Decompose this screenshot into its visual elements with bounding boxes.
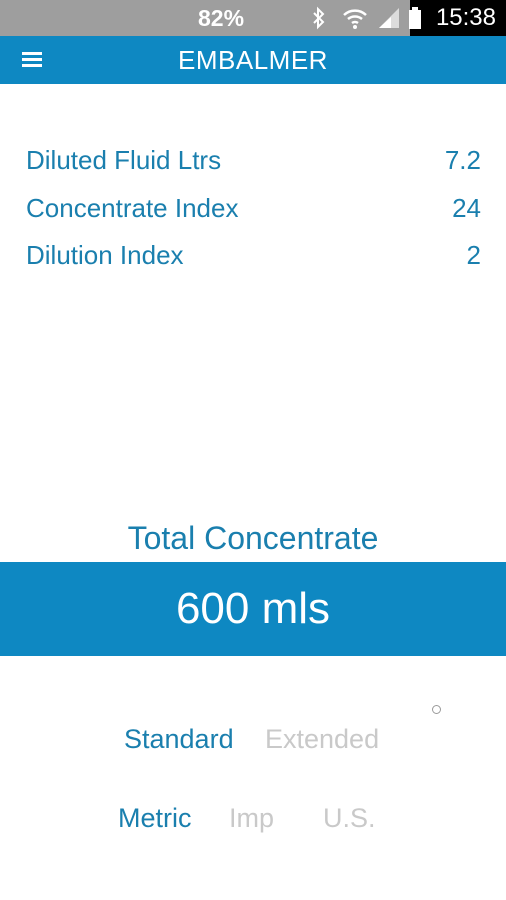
total-concentrate-title: Total Concentrate (127, 520, 379, 556)
wifi-icon (342, 6, 368, 30)
action-bar: EMBALMER (0, 36, 506, 84)
total-concentrate-band: 600 mls (0, 562, 506, 656)
small-circle-icon (432, 705, 441, 714)
total-concentrate-value: 600 mls (175, 584, 331, 633)
option-extended[interactable]: Extended (265, 722, 379, 756)
battery-icon (408, 6, 422, 30)
option-imp[interactable]: Imp (229, 801, 274, 835)
bluetooth-icon (311, 6, 327, 30)
row-value: 7.2 (444, 145, 481, 175)
battery-percentage: 82% (198, 5, 245, 31)
option-us[interactable]: U.S. (323, 801, 376, 835)
row-concentrate-index: Concentrate Index 24 (26, 190, 481, 226)
row-label: Dilution Index (26, 240, 184, 270)
option-standard[interactable]: Standard (124, 722, 234, 756)
row-label: Concentrate Index (26, 193, 239, 223)
status-clock: 15:38 (435, 4, 496, 31)
screen: 82% 15:38 EMBALMER Diluted Fluid Ltrs 7.… (0, 0, 506, 900)
row-value: 2 (466, 240, 481, 270)
row-diluted-fluid: Diluted Fluid Ltrs 7.2 (26, 142, 481, 178)
status-bar: 82% 15:38 (0, 0, 506, 36)
row-dilution-index: Dilution Index 2 (26, 237, 481, 273)
row-label: Diluted Fluid Ltrs (26, 145, 222, 175)
app-title: EMBALMER (178, 45, 328, 75)
option-metric[interactable]: Metric (118, 801, 192, 835)
row-value: 24 (452, 193, 481, 223)
signal-icon (377, 6, 401, 30)
